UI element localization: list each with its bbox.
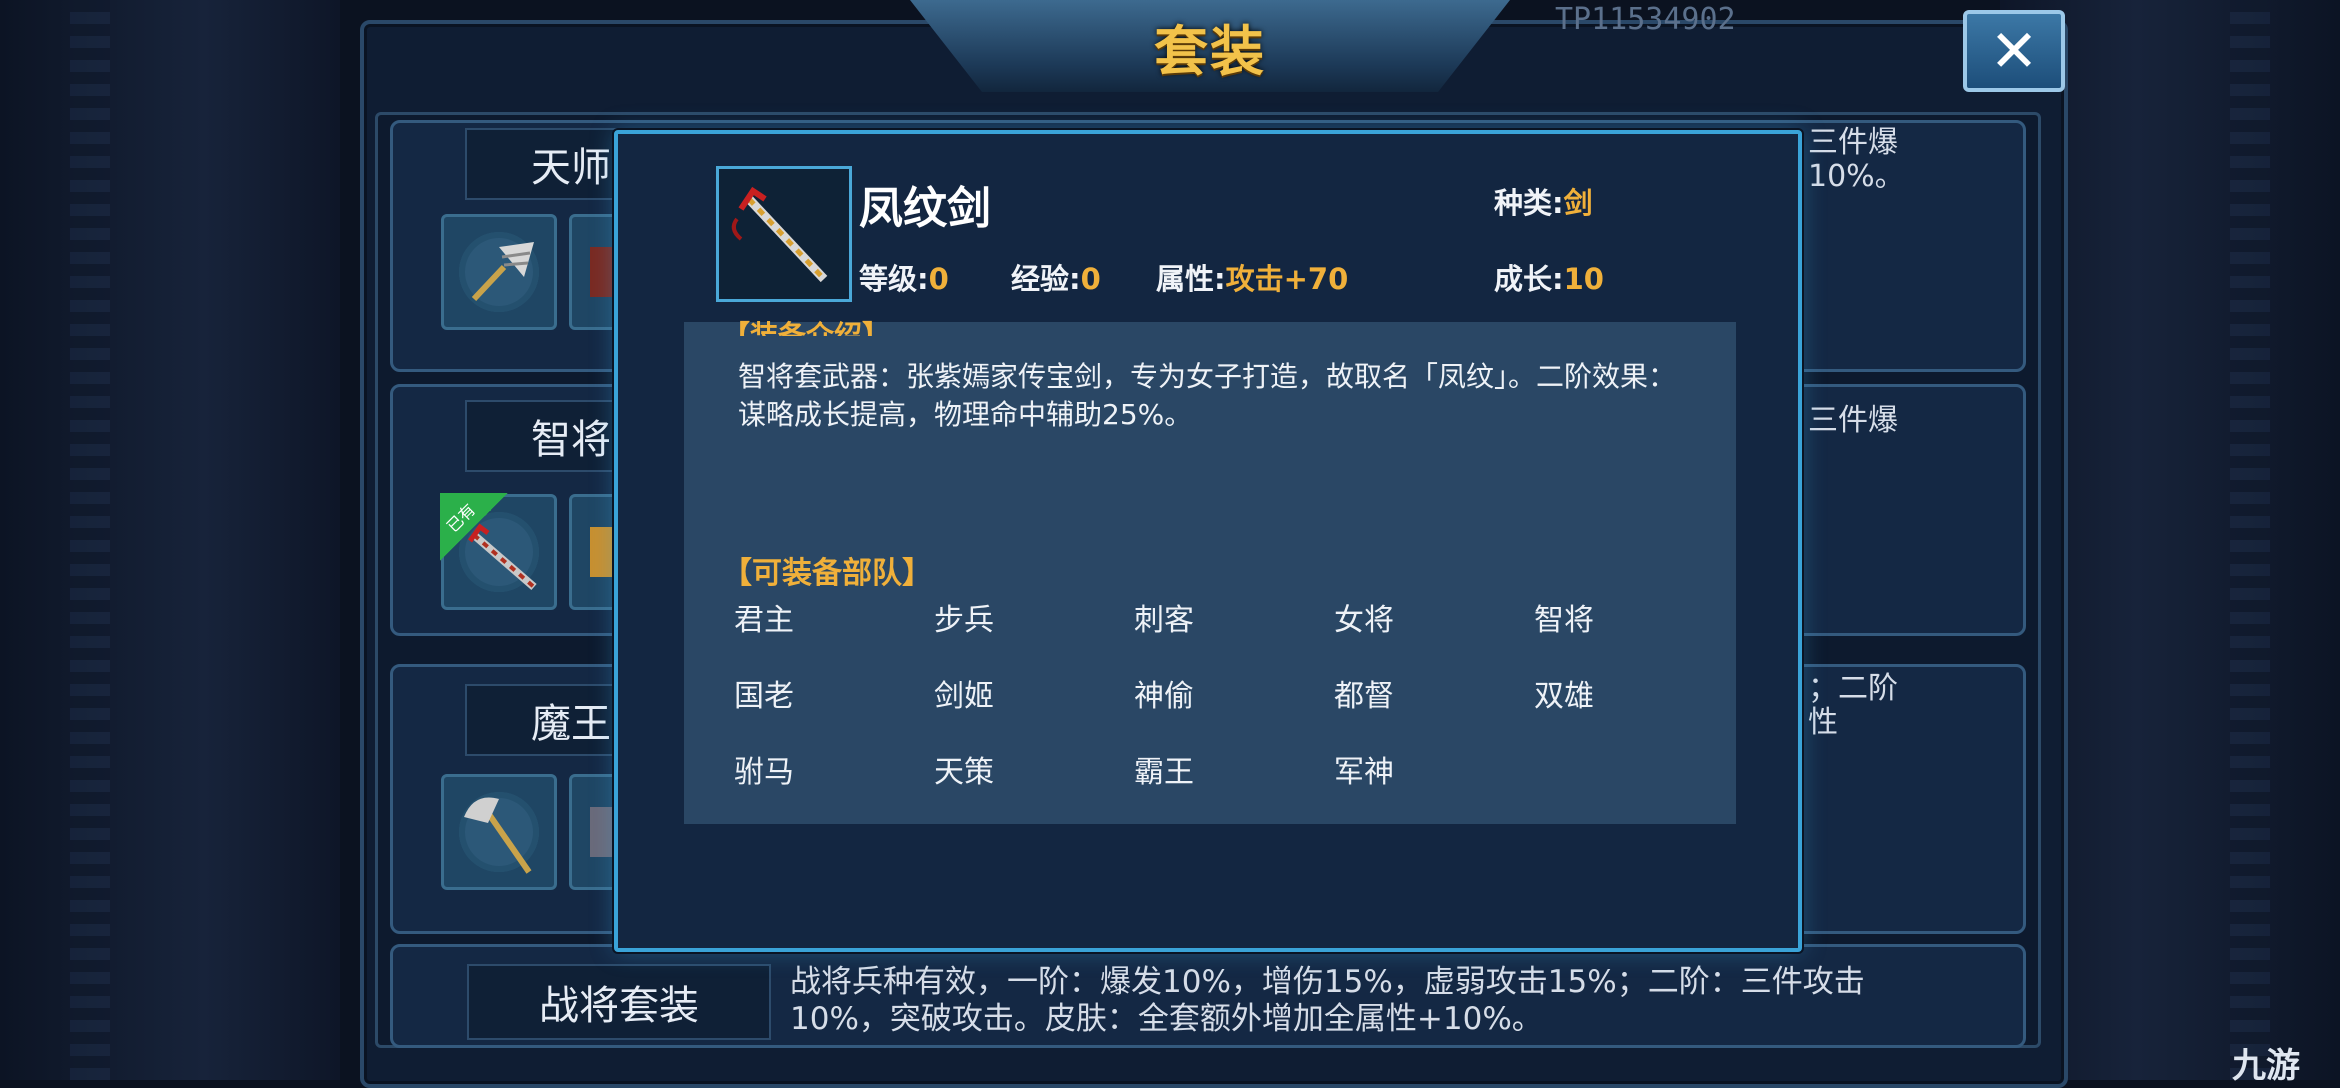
troop-item: 步兵 [934,603,994,638]
troops-header: 【可装备部队】 [722,556,932,591]
claw-icon [471,242,534,302]
troop-item: 双雄 [1534,679,1594,714]
item-icon-frame [716,166,852,302]
window-title-plate: 套装 [910,0,1510,92]
stat-value: 0 [928,262,949,296]
set-desc-line: 10%。 [1808,159,1905,194]
stat-value: 0 [1080,262,1101,296]
troop-item: 驸马 [734,755,794,790]
equip-slot-robe[interactable] [569,494,619,610]
intro-header: 【装备介绍】 [722,319,891,336]
intro-text: 智将套武器：张紫嫣家传宝剑，专为女子打造，故取名「凤纹」。二阶效果：谋略成长提高… [738,360,1677,431]
troop-item: 剑姬 [934,679,994,714]
set-desc-zhanjiang: 战将兵种有效，一阶：爆发10%，增伤15%，虚弱攻击15%；二阶：三件攻击10%… [790,964,1865,1037]
stat-label: 成长: [1494,262,1564,296]
equip-slot-armor[interactable] [569,214,619,330]
troop-item: 军神 [1334,755,1394,790]
helmet-icon [590,807,614,857]
troop-item: 智将 [1534,603,1594,638]
stat-type: 种类:剑 [1494,180,1593,222]
stat-label: 等级: [859,262,929,296]
window-title: 套装 [1154,19,1266,83]
item-detail-popup: 凤纹剑 种类:剑 等级:0 经验:0 属性:攻击+70 成长:10 【装备介绍】… [614,130,1802,952]
stat-value: 10 [1563,262,1604,296]
set-desc-mowang: ；二阶 性 [1808,672,1898,740]
set-desc-tianshi: 三件爆 10%。 [1808,126,1905,194]
owned-badge: 已有 [440,493,508,561]
equip-slot-claw[interactable] [441,214,557,330]
stat-growth: 成长:10 [1494,256,1604,298]
troop-item: 霸王 [1134,755,1194,790]
sword-icon [731,186,828,283]
stat-label: 属性: [1156,262,1226,296]
stat-level: 等级:0 [859,256,949,298]
left-background [0,0,340,1080]
set-desc-zhijiang: 三件爆 [1808,404,1898,438]
armor-icon [590,247,614,297]
stat-exp: 经验:0 [1011,256,1101,298]
equip-slot-axe[interactable] [441,774,557,890]
player-id-text: TP11534902 [1555,2,1736,37]
set-desc-line: 三件爆 [1808,403,1898,438]
stat-value: 攻击+70 [1225,262,1349,296]
axe-icon [464,797,532,874]
troop-item: 都督 [1334,679,1394,714]
item-description-box: 【装备介绍】 智将套武器：张紫嫣家传宝剑，专为女子打造，故取名「凤纹」。二阶效果… [684,319,1736,824]
stat-value: 剑 [1563,186,1593,220]
troop-item: 国老 [734,679,794,714]
equip-slot-helmet[interactable] [569,774,619,890]
equip-slot-sword[interactable]: 已有 [440,493,557,610]
owned-label: 已有 [443,500,480,537]
troop-grid: 君主 步兵 刺客 女将 智将 国老 剑姬 神偷 都督 双雄 驸马 天策 霸王 军… [734,598,1734,796]
stat-label: 经验: [1011,262,1081,296]
troop-item: 神偷 [1134,679,1194,714]
set-desc-line: 三件爆 [1808,125,1898,160]
close-icon: ✕ [1989,17,2039,85]
troop-item: 刺客 [1134,603,1194,638]
robe-icon [590,527,614,577]
item-name: 凤纹剑 [859,183,991,234]
set-desc-line: 性 [1808,705,1838,740]
stat-label: 种类: [1494,186,1564,220]
close-button[interactable]: ✕ [1963,10,2065,92]
stat-attribute: 属性:攻击+70 [1156,256,1348,298]
troop-item: 女将 [1334,603,1394,638]
set-desc-line: ；二阶 [1808,671,1898,706]
set-name-zhanjiang: 战将套装 [467,964,771,1040]
troop-item: 君主 [734,603,794,638]
troop-item: 天策 [934,755,994,790]
